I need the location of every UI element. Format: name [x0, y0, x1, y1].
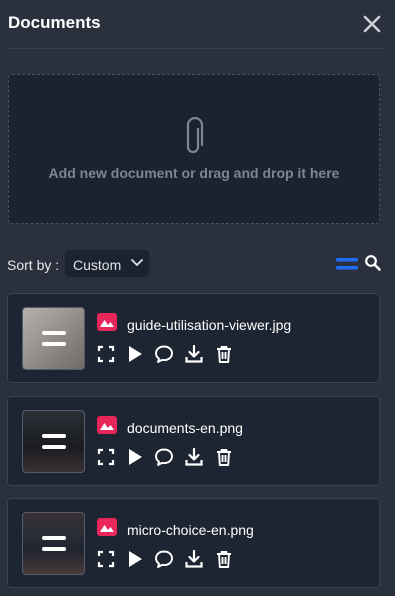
sort-label: Sort by :	[7, 257, 60, 273]
header-divider	[8, 48, 386, 49]
comment-icon[interactable]	[154, 549, 174, 569]
document-actions	[96, 447, 246, 467]
play-icon[interactable]	[125, 549, 145, 569]
document-name: guide-utilisation-viewer.jpg	[127, 317, 292, 333]
sort-dropdown-value: Custom	[73, 257, 122, 273]
delete-icon[interactable]	[214, 549, 234, 569]
list-view-button[interactable]	[336, 256, 358, 272]
play-icon[interactable]	[125, 344, 145, 364]
fullscreen-icon[interactable]	[96, 344, 116, 364]
download-icon[interactable]	[184, 447, 204, 467]
close-button[interactable]	[360, 12, 384, 36]
document-card[interactable]: micro-choice-en.png	[7, 498, 380, 588]
list-view-icon	[336, 258, 358, 270]
sort-toolbar: Sort by : Custom	[0, 248, 395, 280]
document-card[interactable]: guide-utilisation-viewer.jpg	[7, 293, 380, 383]
search-button[interactable]	[364, 254, 382, 272]
panel-title: Documents	[8, 13, 101, 32]
document-thumbnail[interactable]	[22, 410, 85, 473]
menu-icon	[42, 434, 66, 449]
fullscreen-icon[interactable]	[96, 549, 116, 569]
document-actions	[96, 344, 246, 364]
fullscreen-icon[interactable]	[96, 447, 116, 467]
upload-dropzone[interactable]: Add new document or drag and drop it her…	[8, 74, 380, 224]
dropzone-text: Add new document or drag and drop it her…	[48, 165, 340, 181]
image-icon	[97, 313, 117, 331]
download-icon[interactable]	[184, 344, 204, 364]
document-card[interactable]: documents-en.png	[7, 396, 380, 486]
download-icon[interactable]	[184, 549, 204, 569]
chevron-down-icon	[131, 259, 143, 266]
close-icon	[363, 15, 381, 33]
document-name: micro-choice-en.png	[127, 522, 254, 538]
document-thumbnail[interactable]	[22, 512, 85, 575]
search-icon	[365, 255, 381, 271]
panel-header: Documents	[0, 0, 395, 49]
paperclip-icon	[186, 117, 204, 154]
delete-icon[interactable]	[214, 344, 234, 364]
menu-icon	[42, 536, 66, 551]
comment-icon[interactable]	[154, 447, 174, 467]
document-thumbnail[interactable]	[22, 307, 85, 370]
document-name: documents-en.png	[127, 420, 243, 436]
comment-icon[interactable]	[154, 344, 174, 364]
image-icon	[97, 518, 117, 536]
play-icon[interactable]	[125, 447, 145, 467]
image-icon	[97, 416, 117, 434]
sort-dropdown[interactable]: Custom	[65, 250, 149, 277]
menu-icon	[42, 331, 66, 346]
document-actions	[96, 549, 246, 569]
delete-icon[interactable]	[214, 447, 234, 467]
